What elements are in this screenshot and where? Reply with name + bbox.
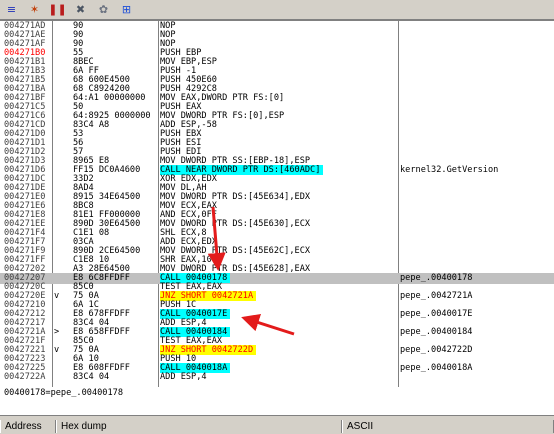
crossed-tools-icon[interactable]: ✖ [73,2,88,17]
dump-header-ascii[interactable]: ASCII [342,420,554,433]
disassembly-pane[interactable]: 004271AD 90 NOP 004271AE 90 NOP 004271AF 90 NOP 0… [0,20,554,388]
dump-header-address[interactable]: Address [0,420,56,433]
row-hex: 83C4 04 [73,372,110,382]
info-pane: 00400178=pepe_.00400178 [0,387,554,416]
dump-header-hex[interactable]: Hex dump [56,420,342,433]
row-instruction: ADD ESP,4 [160,372,207,382]
bars-icon[interactable]: ❚❚ [48,2,66,17]
dump-header: Address Hex dump ASCII [0,420,554,434]
disasm-row[interactable]: 0042722A 83C4 04 ADD ESP,4 [0,372,554,383]
row-address: 0042722A [4,372,46,382]
list-icon[interactable]: ≡ [4,2,19,17]
info-text: 00400178=pepe_.00400178 [4,388,123,398]
flame-icon[interactable]: ✶ [27,2,42,17]
gear-icon[interactable]: ✿ [96,2,111,17]
row-disassembly: ADD ESP,4 [160,372,207,383]
network-icon[interactable]: ⊞ [119,2,134,17]
toolbar: ≡ ✶ ❚❚ ✖ ✿ ⊞ [0,0,554,20]
